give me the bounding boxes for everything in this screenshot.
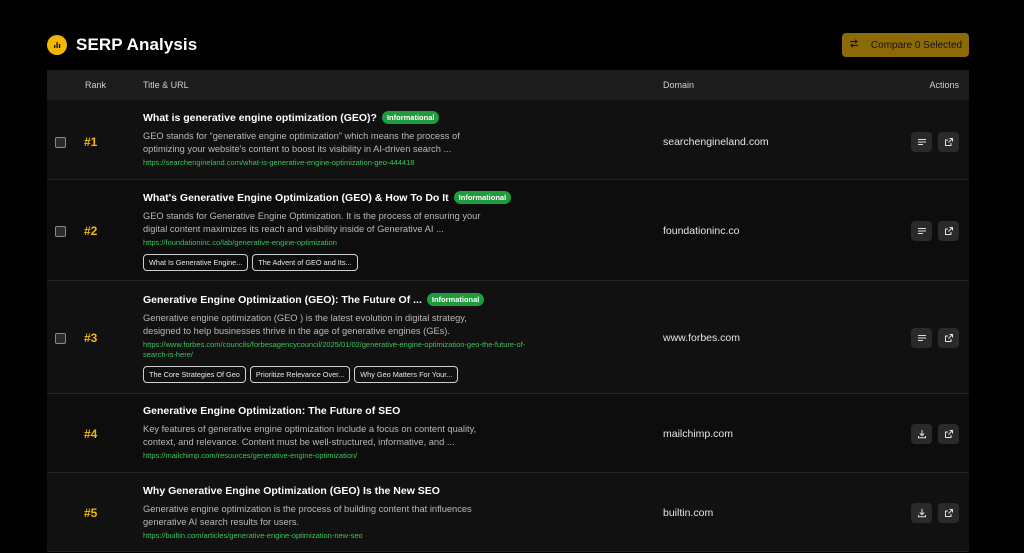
result-snippet: GEO stands for “generative engine optimi…	[143, 131, 460, 154]
row-actions	[911, 132, 959, 152]
heading-chip[interactable]: The Advent of GEO and Its...	[252, 254, 358, 271]
list-icon	[917, 333, 927, 343]
list-icon	[917, 226, 927, 236]
rank-number: #1	[84, 135, 98, 149]
table-body: #1 What is generative engine optimization…	[47, 100, 969, 552]
row-select-checkbox[interactable]	[55, 137, 66, 148]
swap-arrows-icon	[849, 39, 859, 51]
intent-badge: Informational	[426, 293, 485, 306]
column-header-title-url: Title & URL	[143, 80, 189, 90]
page-title: SERP Analysis	[76, 35, 198, 54]
result-url[interactable]: https://www.forbes.com/councils/forbesag…	[143, 340, 533, 360]
row-actions	[911, 424, 959, 444]
external-link-button[interactable]	[938, 328, 959, 348]
download-icon	[917, 508, 927, 518]
external-link-icon	[944, 333, 954, 343]
table-row: #1 What is generative engine optimization…	[47, 100, 969, 180]
external-link-button[interactable]	[938, 132, 959, 152]
heading-chip[interactable]: Prioritize Relevance Over...	[249, 366, 351, 383]
row-select-checkbox[interactable]	[55, 333, 66, 344]
compare-selected-button[interactable]: Compare 0 Selected	[842, 33, 969, 57]
external-link-icon	[944, 226, 954, 236]
intent-badge: Informational	[453, 191, 512, 204]
compare-button-label: Compare 0 Selected	[870, 39, 963, 51]
result-title[interactable]: Generative Engine Optimization: The Futu…	[143, 405, 400, 417]
external-link-button[interactable]	[938, 221, 959, 241]
result-url[interactable]: https://searchengineland.com/what-is-gen…	[143, 158, 533, 168]
title-line: Generative Engine Optimization: The Futu…	[143, 405, 533, 417]
table-row: #5 Why Generative Engine Optimization (GE…	[47, 473, 969, 552]
column-header-rank: Rank	[85, 80, 107, 90]
external-link-icon	[944, 508, 954, 518]
download-button[interactable]	[911, 503, 932, 523]
result-title[interactable]: What is generative engine optimization (…	[143, 112, 377, 124]
result-content: Generative Engine Optimization (GEO): Th…	[143, 293, 533, 383]
download-button[interactable]	[911, 424, 932, 444]
external-link-button[interactable]	[938, 503, 959, 523]
result-domain: foundationinc.co	[663, 225, 740, 237]
result-domain: www.forbes.com	[663, 332, 741, 344]
list-button[interactable]	[911, 221, 932, 241]
result-title[interactable]: Generative Engine Optimization (GEO): Th…	[143, 294, 422, 306]
page-header: SERP Analysis Compare 0 Selected	[47, 30, 969, 60]
title-line: What's Generative Engine Optimization (G…	[143, 191, 533, 204]
heading-chips: What Is Generative Engine... The Advent o…	[143, 254, 533, 271]
result-snippet: GEO stands for Generative Engine Optimiz…	[143, 211, 481, 234]
serp-table: Rank Title & URL Domain Actions #1 What i…	[47, 70, 969, 552]
table-header: Rank Title & URL Domain Actions	[47, 70, 969, 100]
external-link-icon	[944, 429, 954, 439]
result-url[interactable]: https://builtin.com/articles/generative-…	[143, 531, 533, 541]
result-title[interactable]: What's Generative Engine Optimization (G…	[143, 192, 449, 204]
download-icon	[917, 429, 927, 439]
external-link-icon	[944, 137, 954, 147]
rank-number: #2	[84, 224, 98, 238]
rank-number: #5	[84, 506, 98, 520]
list-button[interactable]	[911, 328, 932, 348]
heading-chip[interactable]: What Is Generative Engine...	[143, 254, 249, 271]
table-row: #2 What's Generative Engine Optimization …	[47, 180, 969, 281]
table-row: #4 Generative Engine Optimization: The Fu…	[47, 394, 969, 473]
row-actions	[911, 221, 959, 241]
result-content: What is generative engine optimization (…	[143, 111, 533, 168]
result-domain: mailchimp.com	[663, 428, 734, 440]
rank-number: #4	[84, 427, 98, 441]
result-content: Generative Engine Optimization: The Futu…	[143, 405, 533, 461]
result-content: What's Generative Engine Optimization (G…	[143, 191, 533, 271]
external-link-button[interactable]	[938, 424, 959, 444]
result-domain: searchengineland.com	[663, 136, 769, 148]
heading-chips: The Core Strategies Of Geo Prioritize Rel…	[143, 366, 533, 383]
result-url[interactable]: https://foundationinc.co/lab/generative-…	[143, 238, 533, 248]
bar-chart-icon	[47, 35, 67, 55]
header-left: SERP Analysis	[47, 35, 197, 55]
result-snippet: Generative engine optimization (GEO ) is…	[143, 313, 467, 336]
row-actions	[911, 503, 959, 523]
title-line: What is generative engine optimization (…	[143, 111, 533, 124]
intent-badge: Informational	[381, 111, 440, 124]
result-title[interactable]: Why Generative Engine Optimization (GEO)…	[143, 485, 440, 497]
column-header-actions: Actions	[929, 80, 959, 90]
column-header-domain: Domain	[663, 80, 695, 90]
result-snippet: Key features of generative engine optimi…	[143, 424, 477, 447]
result-content: Why Generative Engine Optimization (GEO)…	[143, 485, 533, 541]
title-line: Why Generative Engine Optimization (GEO)…	[143, 485, 533, 497]
result-snippet: Generative engine optimization is the pr…	[143, 504, 472, 527]
heading-chip[interactable]: The Core Strategies Of Geo	[143, 366, 246, 383]
result-url[interactable]: https://mailchimp.com/resources/generati…	[143, 451, 533, 461]
result-domain: builtin.com	[663, 507, 714, 519]
row-select-checkbox[interactable]	[55, 226, 66, 237]
list-button[interactable]	[911, 132, 932, 152]
table-row: #3 Generative Engine Optimization (GEO): …	[47, 281, 969, 394]
heading-chip[interactable]: Why Geo Matters For Your...	[354, 366, 459, 383]
title-line: Generative Engine Optimization (GEO): Th…	[143, 293, 533, 306]
rank-number: #3	[84, 331, 98, 345]
row-actions	[911, 328, 959, 348]
list-icon	[917, 137, 927, 147]
